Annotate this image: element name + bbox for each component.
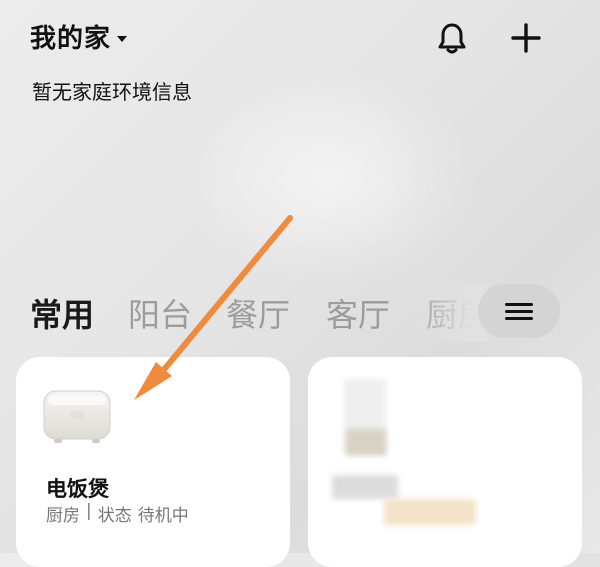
bell-icon <box>438 23 466 54</box>
status-separator: | <box>86 501 92 521</box>
caret-down-icon <box>117 35 128 42</box>
device-name: 电饭煲 <box>46 477 109 501</box>
blurred-device-image-base <box>346 429 386 455</box>
device-card-blurred[interactable] <box>308 357 582 567</box>
device-card[interactable]: 电饭煲 厨房 | 状态 待机中 <box>16 357 290 567</box>
add-device-button[interactable] <box>508 20 544 56</box>
room-menu-button[interactable] <box>478 284 560 338</box>
tab-frequent[interactable]: 常用 <box>30 290 94 336</box>
home-switcher[interactable]: 我的家 <box>30 18 128 55</box>
blurred-device-status <box>384 499 476 525</box>
tab-balcony[interactable]: 阳台 <box>128 290 192 336</box>
tab-fade-overlay <box>408 282 488 342</box>
blurred-device-name <box>332 475 398 499</box>
home-title: 我的家 <box>30 24 112 54</box>
menu-icon <box>505 299 533 324</box>
notifications-button[interactable] <box>434 20 470 56</box>
header: 我的家 暂无家庭环境信息 <box>0 0 600 120</box>
rice-cooker-icon <box>43 390 111 443</box>
device-room: 厨房 <box>46 506 80 526</box>
device-status: 厨房 | 状态 待机中 <box>46 501 189 526</box>
plus-icon <box>511 23 541 53</box>
tab-living-room[interactable]: 客厅 <box>326 290 390 336</box>
device-status-value: 待机中 <box>137 506 189 526</box>
tab-dining-room[interactable]: 餐厅 <box>226 290 290 336</box>
device-status-label: 状态 <box>97 506 132 526</box>
environment-info: 暂无家庭环境信息 <box>32 80 192 104</box>
